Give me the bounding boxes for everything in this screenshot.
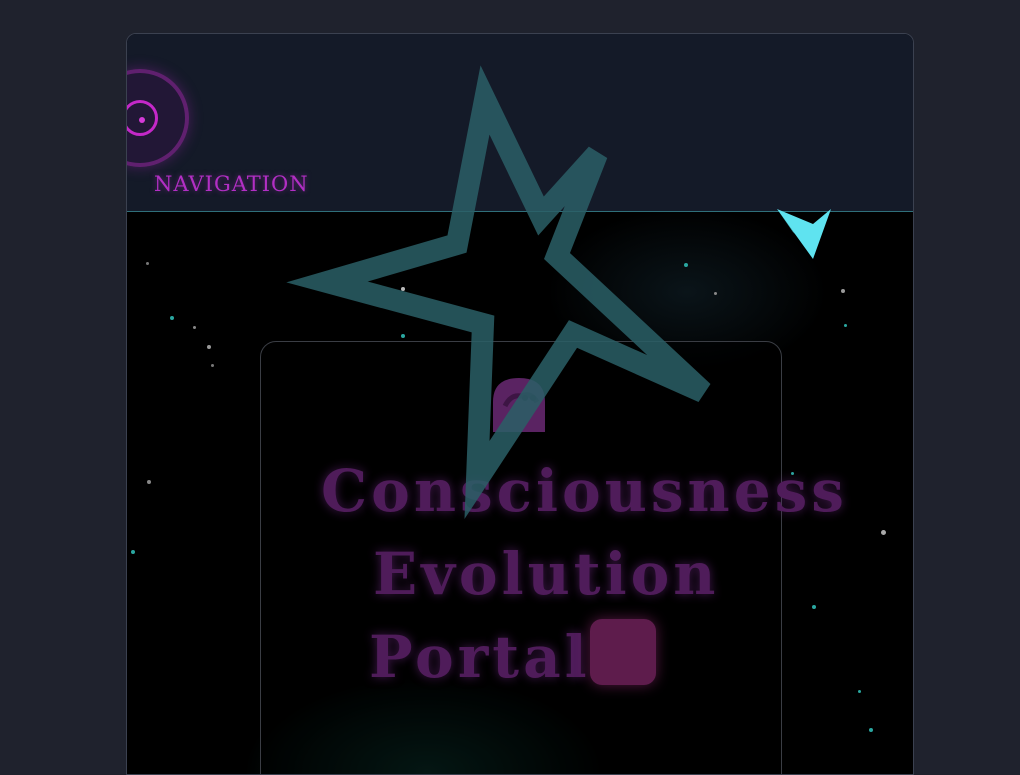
star-dot [881,530,886,535]
navigation-label[interactable]: NAVIGATION [154,172,309,196]
star-dot [146,262,149,265]
star-dot [869,728,873,732]
star-dot [812,605,816,609]
target-center-dot [139,117,145,123]
star-dot [858,690,861,693]
star-dot [147,480,151,484]
star-dot [211,364,214,367]
star-dot [401,287,405,291]
star-dot [714,292,717,295]
app-frame: NAVIGATION Consciousness Evolution Porta… [126,33,914,775]
target-inner-ring [127,100,158,136]
star-dot [170,316,174,320]
star-dot [684,263,688,267]
star-dot [131,550,135,554]
star-dot [207,345,211,349]
target-circle-icon[interactable] [127,69,189,167]
title-line-1: Consciousness [321,457,848,525]
star-dot [841,289,845,293]
star-dot [193,326,196,329]
hero-card: Consciousness Evolution Portal [260,341,844,774]
star-dot [401,334,405,338]
star-dot [844,324,847,327]
title-line-3: Portal [369,623,591,691]
title-line-2: Evolution [373,540,720,608]
square-badge-icon [590,619,656,685]
brain-icon [493,378,545,432]
navigation-bar: NAVIGATION [127,34,913,212]
